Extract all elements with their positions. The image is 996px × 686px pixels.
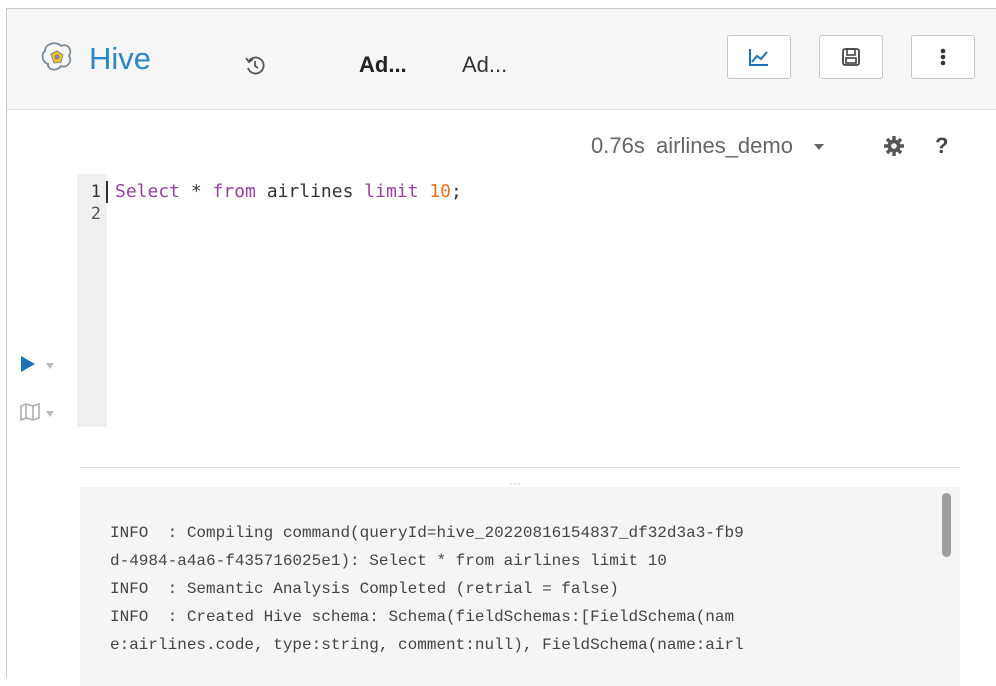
database-selector[interactable]: airlines_demo bbox=[656, 132, 793, 160]
code-token: * bbox=[180, 181, 213, 202]
code-keyword: Select bbox=[115, 181, 181, 202]
code-token: ; bbox=[451, 181, 462, 202]
tab-query-1[interactable]: Ad... bbox=[359, 52, 407, 78]
code-keyword: limit bbox=[364, 181, 419, 202]
code-number: 10 bbox=[429, 181, 451, 202]
explain-button[interactable] bbox=[20, 401, 60, 423]
toolbar: Hive Ad... Ad... bbox=[7, 9, 996, 110]
code-token: airlines bbox=[255, 181, 365, 202]
log-line: INFO : Created Hive schema: Schema(field… bbox=[110, 608, 735, 626]
app-title: Hive bbox=[89, 41, 152, 76]
save-icon bbox=[842, 48, 860, 66]
caret-down-icon[interactable] bbox=[813, 142, 825, 152]
log-line: INFO : Compiling command(queryId=hive_20… bbox=[110, 524, 744, 542]
log-scrollbar[interactable] bbox=[942, 493, 951, 557]
code-keyword: from bbox=[212, 181, 256, 202]
help-button[interactable]: ? bbox=[935, 132, 948, 160]
caret-down-icon bbox=[46, 411, 54, 417]
chart-button[interactable] bbox=[727, 35, 791, 79]
line-number: 1 bbox=[90, 182, 101, 202]
query-duration: 0.76s bbox=[591, 133, 645, 158]
more-button[interactable] bbox=[911, 35, 975, 79]
caret-down-icon bbox=[46, 363, 54, 369]
chart-icon bbox=[749, 49, 768, 66]
line-number: 2 bbox=[90, 204, 101, 224]
log-line: INFO : Semantic Analysis Completed (retr… bbox=[110, 580, 619, 598]
divider bbox=[80, 467, 960, 468]
code-editor[interactable]: 1 2 Select * from airlines limit 10; bbox=[77, 174, 977, 427]
save-button[interactable] bbox=[819, 35, 883, 79]
map-icon bbox=[20, 403, 40, 421]
history-icon[interactable] bbox=[243, 53, 267, 77]
gear-icon[interactable] bbox=[883, 135, 905, 157]
text-cursor bbox=[106, 181, 108, 203]
play-icon bbox=[21, 356, 35, 372]
log-panel[interactable]: INFO : Compiling command(queryId=hive_20… bbox=[80, 487, 960, 686]
tab-query-2[interactable]: Ad... bbox=[462, 52, 507, 78]
more-vertical-icon bbox=[940, 48, 946, 66]
log-line: d-4984-a4a6-f435716025e1): Select * from… bbox=[110, 552, 667, 570]
code-line-1[interactable]: Select * from airlines limit 10; bbox=[115, 181, 462, 203]
line-number-gutter: 1 2 bbox=[77, 174, 107, 427]
run-button[interactable] bbox=[20, 353, 60, 375]
editor-window: Hive Ad... Ad... 0.76s airlines_demo ? 1… bbox=[6, 8, 996, 686]
hive-logo-icon bbox=[41, 42, 72, 71]
log-line: e:airlines.code, type:string, comment:nu… bbox=[110, 636, 744, 654]
